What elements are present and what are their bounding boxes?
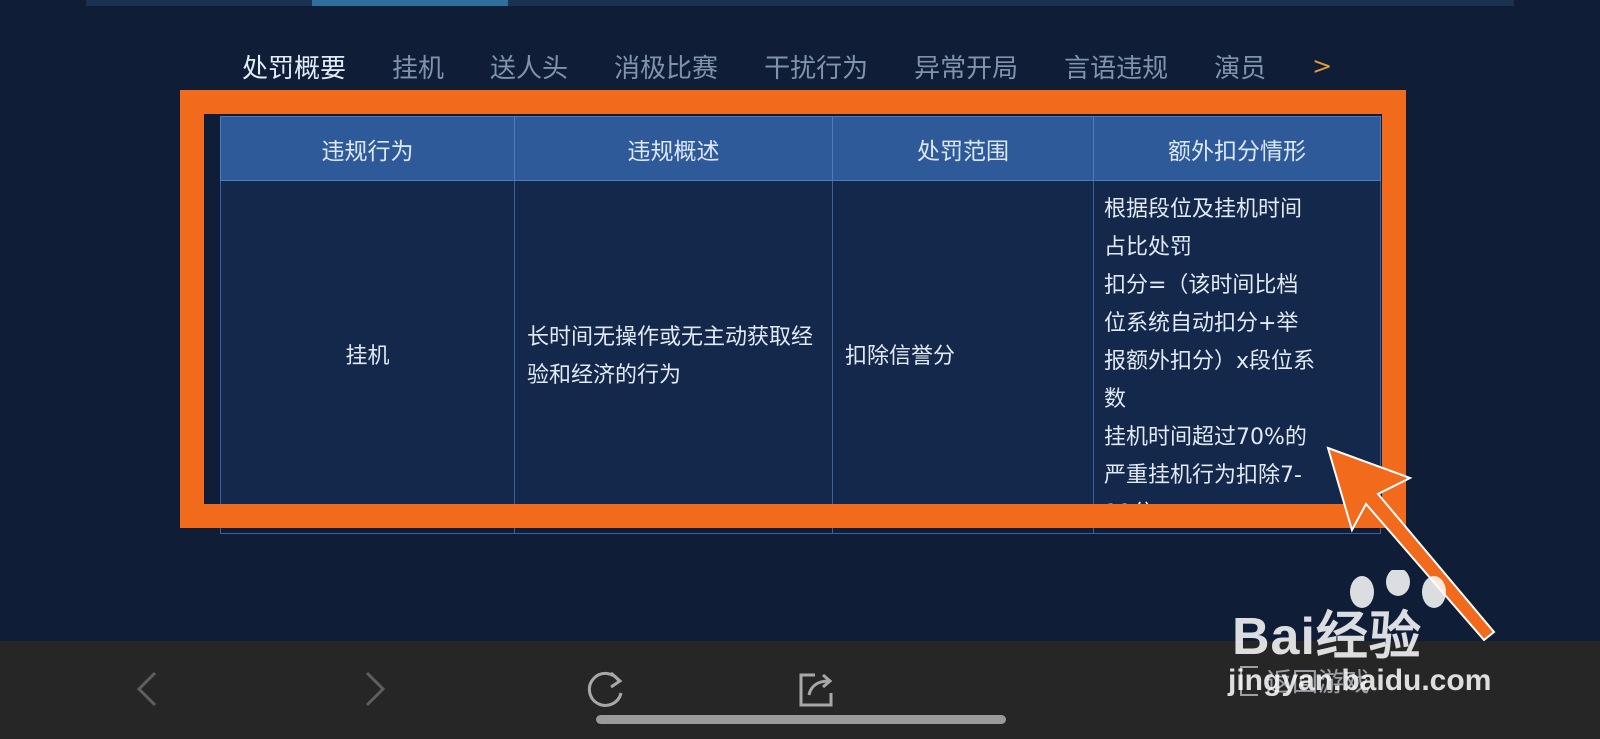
top-tab-active-indicator	[312, 0, 508, 6]
penalty-table-container: 违规行为 违规概述 处罚范围 额外扣分情形 挂机 长时间无操作或无主动获取经验和…	[220, 116, 1381, 534]
watermark-logo: Bai经验	[1232, 608, 1422, 666]
tab-interference[interactable]: 干扰行为	[764, 48, 868, 85]
tab-penalty-summary[interactable]: 处罚概要	[242, 48, 346, 85]
extra-line: 位系统自动扣分+举	[1104, 311, 1299, 336]
tab-passive-play[interactable]: 消极比赛	[614, 48, 718, 85]
cell-summary: 长时间无操作或无主动获取经验和经济的行为	[514, 180, 833, 534]
extra-line: 11分	[1104, 501, 1154, 526]
tab-actor[interactable]: 演员	[1214, 48, 1266, 85]
extra-line: 严重挂机行为扣除7-	[1104, 463, 1302, 488]
chevron-right-icon	[365, 671, 386, 707]
table-row: 挂机 长时间无操作或无主动获取经验和经济的行为 扣除信誉分 根据段位及挂机时间 …	[220, 180, 1381, 534]
penalty-table: 违规行为 违规概述 处罚范围 额外扣分情形 挂机 长时间无操作或无主动获取经验和…	[220, 116, 1381, 534]
extra-line: 占比处罚	[1104, 235, 1193, 260]
extra-line: 扣分=（该时间比档	[1104, 273, 1299, 298]
cell-behavior: 挂机	[220, 180, 515, 534]
header-scope: 处罚范围	[832, 116, 1094, 181]
forward-button[interactable]	[348, 662, 402, 716]
header-extra: 额外扣分情形	[1093, 116, 1381, 181]
extra-line: 挂机时间超过70%的	[1104, 425, 1307, 450]
extra-line: 数	[1104, 387, 1127, 412]
home-indicator	[596, 715, 1006, 724]
refresh-icon	[587, 671, 623, 707]
chevron-left-icon	[136, 671, 157, 707]
header-violation: 违规行为	[220, 116, 515, 181]
tabs-more-arrow[interactable]: >	[1312, 52, 1332, 80]
share-button[interactable]	[790, 662, 844, 716]
table-header-row: 违规行为 违规概述 处罚范围 额外扣分情形	[220, 116, 1381, 181]
tab-afk[interactable]: 挂机	[392, 48, 444, 85]
cell-scope: 扣除信誉分	[832, 180, 1094, 534]
back-button[interactable]	[120, 662, 174, 716]
header-summary: 违规概述	[514, 116, 833, 181]
cell-extra: 根据段位及挂机时间 占比处罚 扣分=（该时间比档 位系统自动扣分+举 报额外扣分…	[1093, 180, 1381, 534]
share-icon	[799, 673, 833, 707]
watermark-url: jingyan.baidu.com	[1228, 664, 1492, 697]
extra-line: 根据段位及挂机时间	[1104, 197, 1303, 222]
top-tab-strip	[86, 0, 1514, 6]
refresh-button[interactable]	[578, 662, 632, 716]
extra-line: 报额外扣分）x段位系	[1104, 349, 1316, 374]
tab-abnormal-start[interactable]: 异常开局	[914, 48, 1018, 85]
category-tabs: 处罚概要 挂机 送人头 消极比赛 干扰行为 异常开局 言语违规 演员 >	[242, 44, 1332, 88]
tab-verbal-violation[interactable]: 言语违规	[1064, 48, 1168, 85]
tab-feeding[interactable]: 送人头	[490, 48, 568, 85]
